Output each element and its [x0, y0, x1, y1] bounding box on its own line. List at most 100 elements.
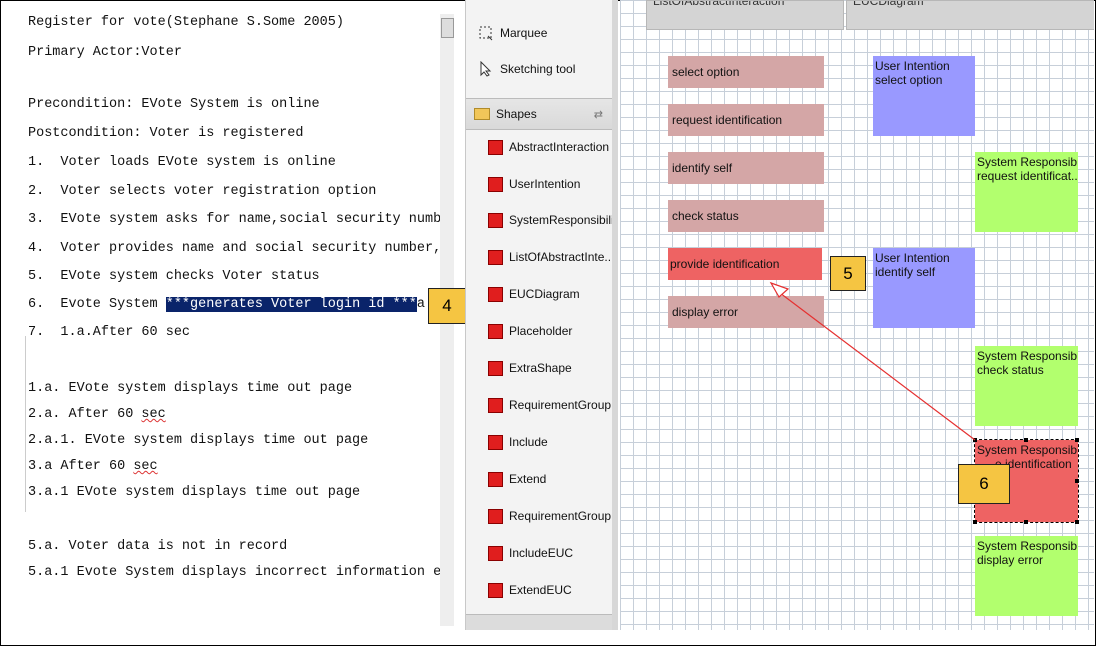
box-label: check status [672, 209, 739, 223]
shape-icon [488, 508, 503, 524]
editor-line: 3. EVote system asks for name,social sec… [28, 212, 442, 227]
diagram-canvas[interactable]: ListOfAbstractInteraction EUCDiagram sel… [620, 0, 1094, 630]
palette-item[interactable]: ListOfAbstractInte... [488, 245, 614, 269]
editor-line: 4. Voter provides name and social securi… [28, 241, 442, 256]
marquee-tool[interactable]: Marquee [478, 22, 547, 44]
misspelled-word: sec [141, 407, 166, 422]
editor-line-text: 3.a After 60 [28, 459, 134, 474]
selection-handle[interactable] [1024, 520, 1028, 524]
abstract-interaction-box-selected[interactable]: provide identification [668, 248, 822, 280]
shape-icon [488, 360, 503, 376]
user-intention-box[interactable]: User Intention identify self [873, 248, 975, 328]
palette-item-label: SystemResponsibility [509, 213, 614, 227]
shape-icon [488, 434, 503, 450]
abstract-interaction-box[interactable]: display error [668, 296, 824, 328]
palette-item-label: EUCDiagram [509, 287, 580, 301]
palette-item-label: ListOfAbstractInte... [509, 250, 614, 264]
shape-icon [488, 545, 503, 561]
system-responsibility-box[interactable]: System Responsib... request identificat..… [975, 152, 1078, 232]
palette-item-label: RequirementGroup... [509, 509, 614, 523]
box-label: display error [977, 553, 1044, 567]
editor-line: Register for vote(Stephane S.Some 2005) [28, 15, 344, 30]
palette-item-label: ExtendEUC [509, 583, 572, 597]
editor-line: Precondition: EVote System is online [28, 97, 320, 112]
palette-item-label: AbstractInteraction [509, 140, 610, 154]
palette-item[interactable]: SystemResponsibility [488, 208, 614, 232]
box-label: select option [672, 65, 740, 79]
editor-line: 1.a. EVote system displays time out page [28, 381, 353, 396]
editor-line-tail: a [416, 297, 425, 312]
editor-line-prefix: 6. Evote System [28, 297, 166, 312]
box-label: check status [977, 363, 1044, 377]
palette-item-label: RequirementGroup [509, 398, 612, 412]
selection-handle[interactable] [973, 438, 977, 442]
selection-handle[interactable] [973, 520, 977, 524]
cursor-icon [478, 61, 494, 77]
palette-item[interactable]: Placeholder [488, 319, 572, 343]
box-label: identify self [875, 265, 936, 279]
palette-item-label: Placeholder [509, 324, 573, 338]
callout-5: 5 [830, 256, 866, 291]
palette-item[interactable]: RequirementGroup... [488, 504, 614, 528]
palette-item[interactable]: UserIntention [488, 172, 580, 196]
tab-euc-diagram[interactable]: EUCDiagram [846, 0, 1094, 30]
palette-item[interactable]: Include [488, 430, 548, 454]
abstract-interaction-box[interactable]: identify self [668, 152, 824, 184]
box-label: select option [875, 73, 943, 87]
palette-item[interactable]: ExtendEUC [488, 578, 572, 602]
palette-item[interactable]: IncludeEUC [488, 541, 573, 565]
editor-margin-line [25, 336, 26, 512]
system-responsibility-box[interactable]: System Responsib... display error [975, 536, 1078, 616]
editor-line: Postcondition: Voter is registered [28, 126, 304, 141]
selection-handle[interactable] [1075, 438, 1079, 442]
editor-line: 1. Voter loads EVote system is online [28, 155, 336, 170]
box-title: User Intention [875, 251, 950, 265]
selection-handle[interactable] [1024, 438, 1028, 442]
tab-label: ListOfAbstractInteraction [653, 0, 785, 8]
selection-handle[interactable] [1075, 479, 1079, 483]
shapes-drawer-title: Shapes [496, 107, 537, 121]
palette-item-label: ExtraShape [509, 361, 572, 375]
shape-icon [488, 286, 503, 302]
user-intention-box[interactable]: User Intention select option [873, 56, 975, 136]
selection-handle[interactable] [1075, 520, 1079, 524]
box-title: System Responsib... [977, 155, 1078, 169]
box-label: request identification [672, 113, 783, 127]
box-title: User Intention [875, 59, 950, 73]
sketching-tool-label: Sketching tool [500, 62, 576, 76]
abstract-interaction-box[interactable]: request identification [668, 104, 824, 136]
editor-line: 5.a. Voter data is not in record [28, 539, 288, 554]
shapes-drawer-header[interactable]: Shapes ⇄ [466, 98, 613, 130]
editor-scroll-thumb[interactable] [441, 18, 454, 38]
system-responsibility-box[interactable]: System Responsib... check status [975, 346, 1078, 426]
marquee-label: Marquee [500, 26, 548, 40]
callout-4: 4 [428, 288, 466, 324]
editor-line: 5.a.1 Evote System displays incorrect in… [28, 565, 443, 580]
palette-next-drawer[interactable] [466, 614, 613, 630]
editor-line-text: 2.a. After 60 [28, 407, 142, 422]
misspelled-word: sec [133, 459, 158, 474]
sketching-tool[interactable]: Sketching tool [478, 58, 575, 80]
abstract-interaction-box[interactable]: select option [668, 56, 824, 88]
box-label: identify self [672, 161, 733, 175]
palette-item-label: Include [509, 435, 548, 449]
shape-icon [488, 397, 503, 413]
palette-item[interactable]: Extend [488, 467, 546, 491]
editor-line: 3.a After 60 sec [28, 458, 158, 476]
palette-scrollbar[interactable] [612, 0, 618, 630]
selected-text[interactable]: ***generates Voter login id *** [165, 297, 417, 312]
palette-item[interactable]: ExtraShape [488, 356, 572, 380]
palette-item[interactable]: AbstractInteraction [488, 135, 609, 159]
shape-icon [488, 323, 503, 339]
editor-line: 2.a. After 60 sec [28, 406, 166, 424]
tab-list-of-abstract-interaction[interactable]: ListOfAbstractInteraction [646, 0, 844, 30]
use-case-text-editor[interactable]: Register for vote(Stephane S.Some 2005) … [18, 8, 443, 628]
palette-item[interactable]: RequirementGroup [488, 393, 611, 417]
palette-item[interactable]: EUCDiagram [488, 282, 580, 306]
shape-icon [488, 212, 503, 228]
abstract-interaction-box[interactable]: check status [668, 200, 824, 232]
editor-line: 5. EVote system checks Voter status [28, 269, 320, 284]
box-title: System Responsib... [977, 443, 1078, 457]
collapse-icon[interactable]: ⇄ [594, 108, 603, 121]
editor-line: 3.a.1 EVote system displays time out pag… [28, 485, 361, 500]
